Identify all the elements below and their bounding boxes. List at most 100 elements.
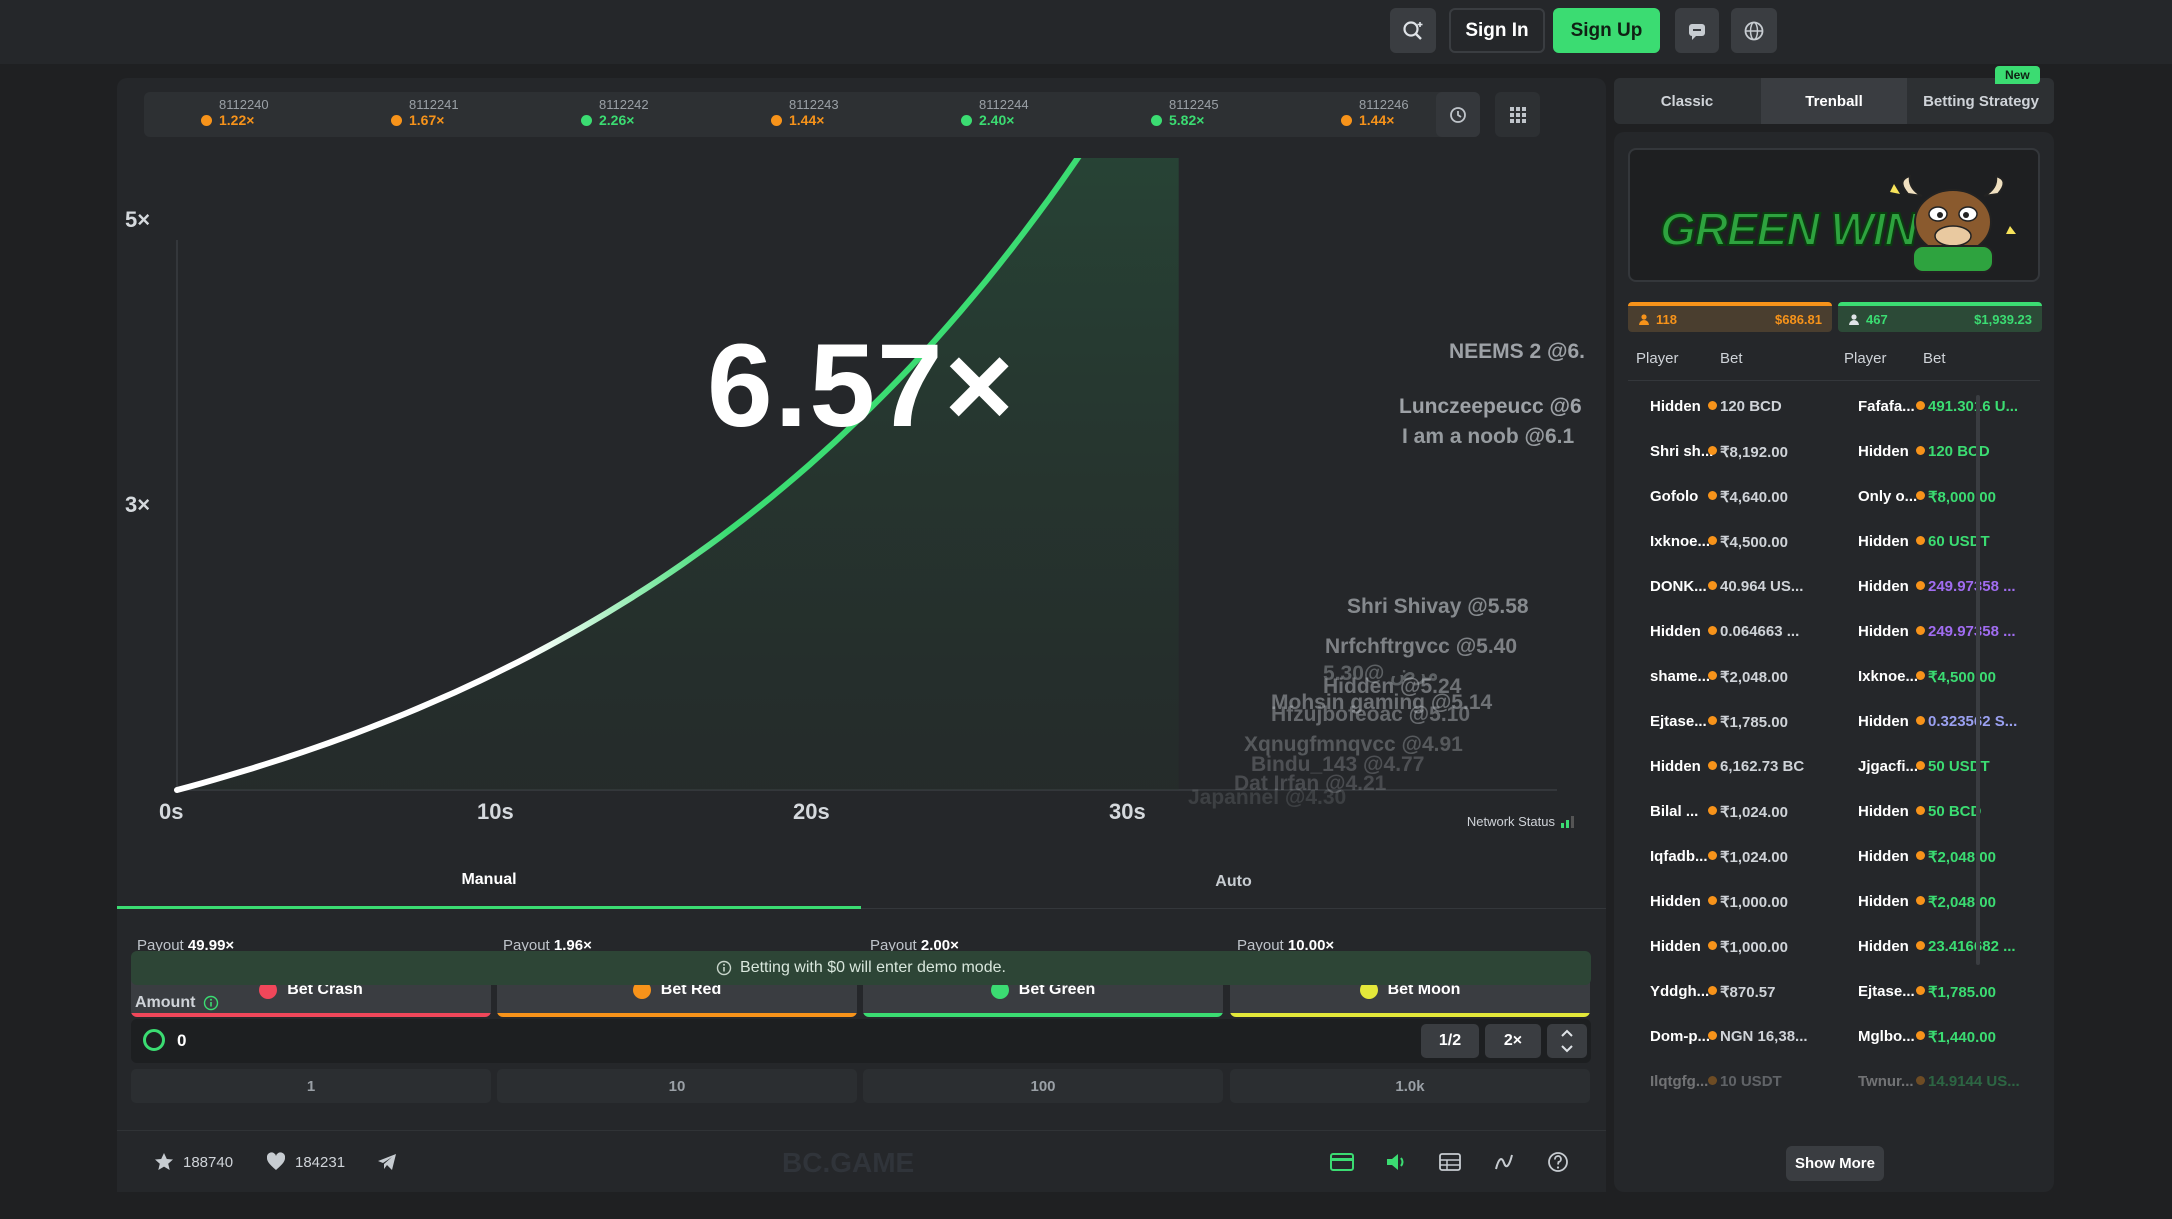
chat-icon: [1689, 23, 1705, 40]
history-value: 1.22×: [219, 112, 255, 128]
card-icon: [1330, 1153, 1354, 1171]
chat-button[interactable]: [1675, 8, 1719, 53]
favorite-button[interactable]: 188740: [153, 1151, 233, 1173]
bet-amount: ₹2,048.00: [1928, 849, 1996, 866]
history-item[interactable]: 8112243 1.44×: [771, 97, 839, 128]
cashout-label: Nrfchftrgvcc @5.40: [1325, 635, 1517, 658]
quick-amount-10[interactable]: 10: [497, 1069, 857, 1103]
amount-label-text: Amount: [135, 994, 196, 1011]
bet-amount: 249.97358 ...: [1928, 623, 2016, 640]
currency-icon: [1708, 851, 1717, 860]
history-item[interactable]: 8112241 1.67×: [391, 97, 459, 128]
history-item[interactable]: 8112246 1.44×: [1341, 97, 1409, 128]
help-icon: [1548, 1152, 1568, 1172]
history-button[interactable]: [1436, 92, 1480, 137]
quick-amount-1[interactable]: 1: [131, 1069, 491, 1103]
quick-amount-100[interactable]: 100: [863, 1069, 1223, 1103]
like-button[interactable]: 184231: [265, 1151, 345, 1173]
curve-area: [177, 158, 1179, 790]
history-id: 8112245: [1169, 97, 1219, 112]
crash-game-panel: 8112240 1.22× 8112241 1.67× 8112242 2.26…: [117, 78, 1606, 1192]
history-item[interactable]: 8112242 2.26×: [581, 97, 649, 128]
x-tick-label: 10s: [477, 799, 514, 824]
currency-icon: [1916, 806, 1925, 815]
amount-input-row: 0 1/2 2×: [131, 1019, 1591, 1063]
red-col-player: Player: [1636, 350, 1679, 367]
tab-classic[interactable]: Classic: [1614, 78, 1760, 124]
bet-amount: 14.9144 US...: [1928, 1073, 2020, 1090]
current-multiplier: 6.57×: [707, 320, 1016, 452]
bet-amount: ₹2,048.00: [1720, 669, 1788, 686]
history-dot: [1151, 114, 1162, 126]
half-button[interactable]: 1/2: [1421, 1024, 1479, 1058]
currency-icon: [1916, 896, 1925, 905]
currency-icon: [1708, 626, 1717, 635]
history-item[interactable]: 8112244 2.40×: [961, 97, 1029, 128]
trend-button[interactable]: [1489, 1147, 1519, 1177]
bet-amount: ₹4,500.00: [1720, 534, 1788, 551]
history-bar: 8112240 1.22× 8112241 1.67× 8112242 2.26…: [144, 92, 1480, 137]
green-players-count: 467: [1866, 311, 1888, 327]
bet-amount: ₹4,500.00: [1928, 669, 1996, 686]
cashout-label: Lunczeepeucc @6: [1399, 395, 1582, 418]
quick-amount-1k[interactable]: 1.0k: [1230, 1069, 1590, 1103]
sign-up-button[interactable]: Sign Up: [1553, 8, 1660, 53]
bet-row: Dom-p... NGN 16,38... Mglbo... ₹1,440.00: [1628, 1014, 2040, 1059]
trenball-panel: GREEN WIN 118 $686.81 467 $1,939.23 Play…: [1614, 132, 2054, 1192]
tab-betting-strategy[interactable]: Betting Strategy: [1908, 78, 2054, 124]
currency-icon: [1708, 761, 1717, 770]
currency-icon: [1708, 581, 1717, 590]
user-icon: [1639, 314, 1649, 325]
trends-grid-button[interactable]: [1495, 92, 1540, 137]
bet-amount: ₹1,440.00: [1928, 1029, 1996, 1046]
bet-amount: 0.323562 S...: [1928, 713, 2018, 730]
y-tick-label: 5×: [125, 207, 150, 232]
history-id: 8112242: [599, 97, 649, 112]
sign-in-button[interactable]: Sign In: [1449, 8, 1545, 53]
currency-icon: [1916, 581, 1925, 590]
y-tick-label: 3×: [125, 492, 150, 517]
green-win-banner: GREEN WIN: [1628, 148, 2040, 282]
currency-icon: [1708, 1031, 1717, 1040]
speaker-icon: [1387, 1154, 1404, 1170]
bet-amount: 249.97358 ...: [1928, 578, 2016, 595]
info-icon[interactable]: [203, 995, 219, 1011]
red-players-count: 118: [1656, 311, 1677, 327]
amount-stepper[interactable]: [1547, 1024, 1587, 1058]
amount-input[interactable]: 0: [177, 1031, 186, 1051]
currency-icon: [1708, 896, 1717, 905]
clock-icon: [1450, 106, 1466, 123]
cashout-label: NEEMS 2 @6.: [1449, 340, 1585, 363]
amount-label: Amount: [135, 994, 219, 1012]
history-item[interactable]: 8112240 1.22×: [201, 97, 269, 128]
currency-icon: [1708, 671, 1717, 680]
history-item[interactable]: 8112245 5.82×: [1151, 97, 1219, 128]
bet-amount: NGN 16,38...: [1720, 1028, 1808, 1045]
currency-icon: [1708, 986, 1717, 995]
tab-trenball[interactable]: Trenball: [1761, 78, 1907, 124]
bet-amount: ₹2,048.00: [1928, 894, 1996, 911]
language-button[interactable]: [1731, 8, 1777, 53]
history-value: 2.40×: [979, 112, 1015, 128]
bet-slip-button[interactable]: [1327, 1147, 1357, 1177]
bets-scrollbar[interactable]: [1976, 395, 1980, 965]
history-dot: [1341, 114, 1352, 126]
double-button[interactable]: 2×: [1485, 1024, 1541, 1058]
bet-amount: ₹1,024.00: [1720, 849, 1788, 866]
search-button[interactable]: [1390, 8, 1436, 53]
show-more-button[interactable]: Show More: [1786, 1146, 1884, 1181]
history-value: 5.82×: [1169, 112, 1205, 128]
stats-button[interactable]: [1435, 1147, 1465, 1177]
currency-icon: [1916, 491, 1925, 500]
red-total: $686.81: [1775, 311, 1822, 327]
share-button[interactable]: [372, 1147, 402, 1177]
red-team-summary: 118 $686.81: [1628, 302, 1832, 332]
bet-amount: ₹4,640.00: [1720, 489, 1788, 506]
tab-manual[interactable]: Manual: [117, 854, 861, 909]
telegram-icon: [378, 1154, 396, 1170]
brand-logo: BC.GAME: [782, 1147, 915, 1178]
help-button[interactable]: [1543, 1147, 1573, 1177]
tab-auto[interactable]: Auto: [861, 854, 1606, 909]
bet-amount: ₹8,192.00: [1720, 444, 1788, 461]
sound-button[interactable]: [1381, 1147, 1411, 1177]
